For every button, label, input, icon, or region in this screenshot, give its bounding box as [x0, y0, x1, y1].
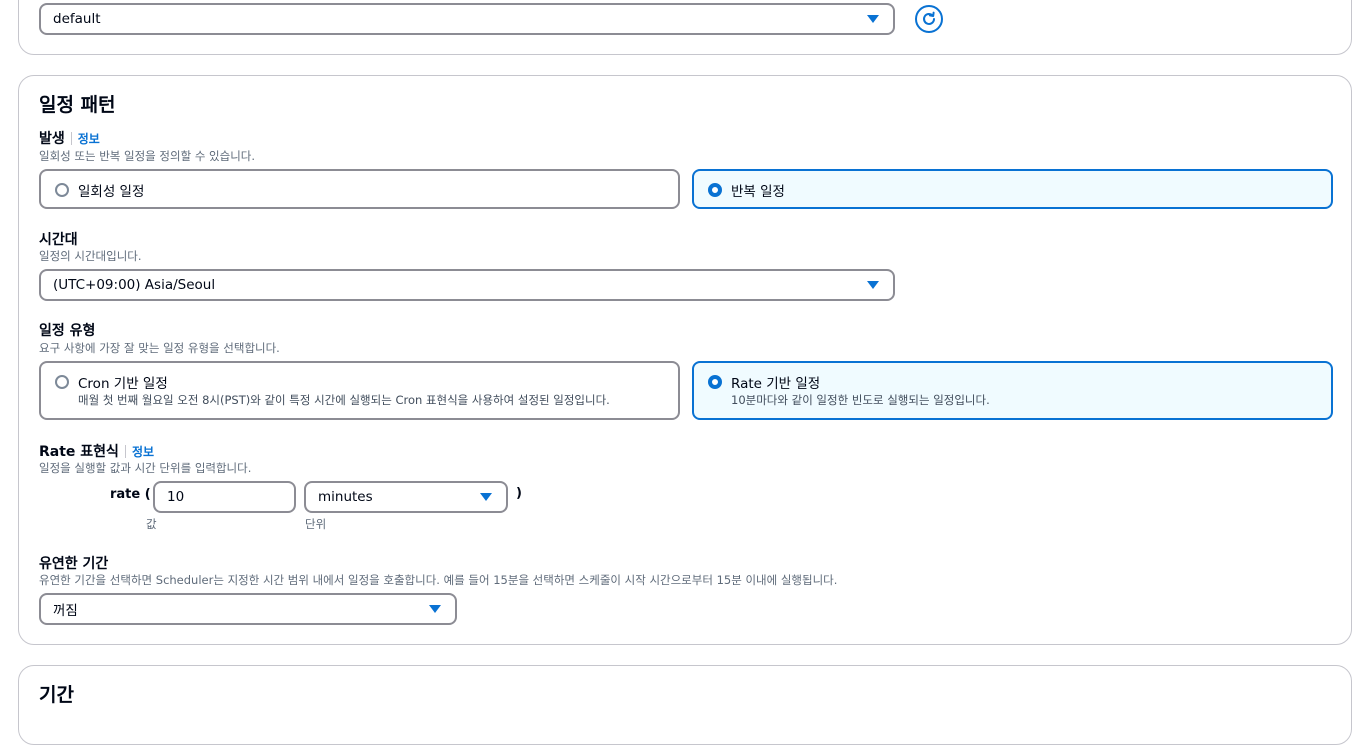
rate-expression-description: 일정을 실행할 값과 시간 단위를 입력합니다.	[39, 461, 252, 475]
schedule-type-label: 일정 유형	[39, 323, 96, 339]
flexible-window-value: 꺼짐	[53, 603, 78, 619]
rate-description: 10분마다와 같이 일정한 빈도로 실행되는 일정입니다.	[731, 393, 990, 407]
recurring-label: 반복 일정	[731, 184, 785, 200]
cron-schedule-tile[interactable]: Cron 기반 일정 매월 첫 번째 월요일 오전 8시(PST)와 같이 특정…	[39, 361, 680, 420]
chevron-down-icon	[867, 281, 879, 289]
section-title: 일정 패턴	[39, 94, 116, 116]
flexible-window-select[interactable]: 꺼짐	[39, 593, 457, 625]
rate-suffix: )	[516, 486, 522, 501]
occurrence-info-link[interactable]: 정보	[78, 132, 100, 146]
rate-expression-info-link[interactable]: 정보	[132, 445, 154, 459]
radio-cron[interactable]	[55, 375, 69, 389]
rate-schedule-tile[interactable]: Rate 기반 일정 10분마다와 같이 일정한 빈도로 실행되는 일정입니다.	[692, 361, 1333, 420]
occurrence-label-row: 발생 정보	[39, 128, 100, 148]
divider	[70, 132, 72, 145]
timezone-label: 시간대	[39, 232, 78, 248]
divider	[124, 445, 126, 458]
role-card: default	[18, 0, 1352, 55]
refresh-button[interactable]	[915, 5, 943, 33]
occurrence-description: 일회성 또는 반복 일정을 정의할 수 있습니다.	[39, 149, 256, 163]
chevron-down-icon	[429, 605, 441, 613]
chevron-down-icon	[480, 493, 492, 501]
radio-recurring[interactable]	[708, 183, 722, 197]
timezone-value: (UTC+09:00) Asia/Seoul	[53, 277, 216, 293]
rate-value: 10	[167, 489, 185, 505]
unit-label: 단위	[305, 517, 327, 531]
cron-label: Cron 기반 일정	[78, 376, 168, 392]
rate-expression-label: Rate 표현식	[39, 444, 119, 460]
period-card: 기간	[18, 665, 1352, 745]
rate-label: Rate 기반 일정	[731, 376, 821, 392]
occurrence-label: 발생	[39, 131, 65, 147]
schedule-type-description: 요구 사항에 가장 잘 맞는 일정 유형을 선택합니다.	[39, 341, 280, 355]
timezone-description: 일정의 시간대입니다.	[39, 249, 142, 263]
period-title: 기간	[39, 684, 74, 706]
flexible-window-label: 유연한 기간	[39, 556, 109, 572]
recurring-schedule-tile[interactable]: 반복 일정	[692, 169, 1333, 209]
one-time-label: 일회성 일정	[78, 184, 145, 200]
value-label: 값	[146, 517, 157, 531]
cron-description: 매월 첫 번째 월요일 오전 8시(PST)와 같이 특정 시간에 실행되는 C…	[78, 393, 610, 407]
one-time-schedule-tile[interactable]: 일회성 일정	[39, 169, 680, 209]
rate-unit-select[interactable]: minutes	[304, 481, 508, 513]
role-select-value: default	[53, 11, 101, 27]
flexible-window-description: 유연한 기간을 선택하면 Scheduler는 지정한 시간 범위 내에서 일정…	[39, 573, 838, 587]
timezone-select[interactable]: (UTC+09:00) Asia/Seoul	[39, 269, 895, 301]
rate-unit-value: minutes	[318, 489, 373, 505]
rate-value-input[interactable]: 10	[153, 481, 296, 513]
role-select[interactable]: default	[39, 3, 895, 35]
rate-prefix: rate (	[110, 487, 151, 502]
radio-rate[interactable]	[708, 375, 722, 389]
rate-expression-label-row: Rate 표현식 정보	[39, 441, 154, 461]
schedule-pattern-card: 일정 패턴 발생 정보 일회성 또는 반복 일정을 정의할 수 있습니다. 일회성…	[18, 75, 1352, 645]
radio-one-time[interactable]	[55, 183, 69, 197]
refresh-icon	[923, 11, 935, 25]
chevron-down-icon	[867, 15, 879, 23]
